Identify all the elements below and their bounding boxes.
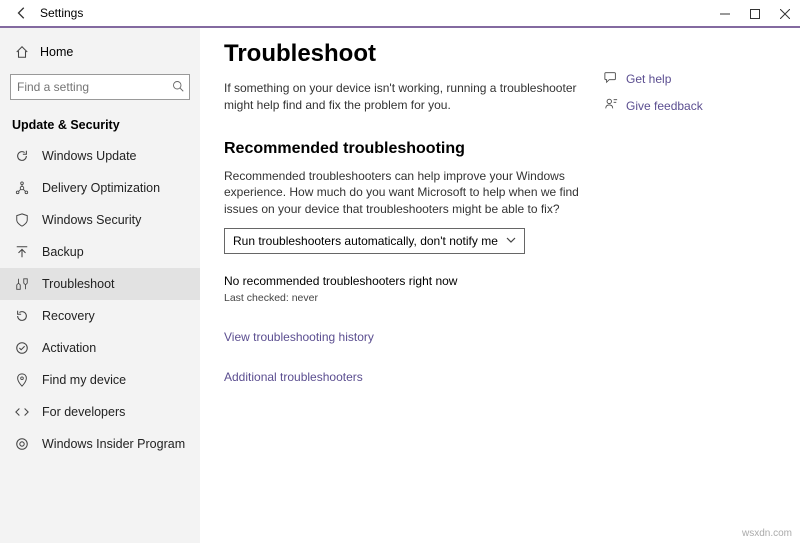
last-checked-text: Last checked: never xyxy=(224,292,604,304)
watermark: wsxdn.com xyxy=(742,528,792,539)
window-title: Settings xyxy=(40,6,83,20)
close-icon xyxy=(780,9,790,19)
give-feedback-link[interactable]: Give feedback xyxy=(604,97,754,114)
troubleshoot-icon xyxy=(14,276,30,292)
close-button[interactable] xyxy=(770,0,800,28)
shield-icon xyxy=(14,212,30,228)
sidebar-item-troubleshoot[interactable]: Troubleshoot xyxy=(0,268,200,300)
sidebar-item-insider-program[interactable]: Windows Insider Program xyxy=(0,428,200,460)
sidebar-item-recovery[interactable]: Recovery xyxy=(0,300,200,332)
refresh-icon xyxy=(14,148,30,164)
recommended-heading: Recommended troubleshooting xyxy=(224,140,604,158)
nav-label: Delivery Optimization xyxy=(42,181,160,195)
search-box[interactable] xyxy=(10,74,190,100)
intro-text: If something on your device isn't workin… xyxy=(224,80,604,114)
nav-label: Recovery xyxy=(42,309,95,323)
give-feedback-label: Give feedback xyxy=(626,99,703,113)
minimize-icon xyxy=(720,9,730,19)
sidebar-item-activation[interactable]: Activation xyxy=(0,332,200,364)
search-icon xyxy=(172,80,184,95)
status-text: No recommended troubleshooters right now xyxy=(224,274,604,288)
sidebar-item-windows-security[interactable]: Windows Security xyxy=(0,204,200,236)
nav-label: Backup xyxy=(42,245,84,259)
home-label: Home xyxy=(40,45,73,59)
home-icon xyxy=(14,44,30,60)
nav-label: Find my device xyxy=(42,373,126,387)
insider-icon xyxy=(14,436,30,452)
page-title: Troubleshoot xyxy=(224,40,604,68)
sidebar-item-find-my-device[interactable]: Find my device xyxy=(0,364,200,396)
get-help-label: Get help xyxy=(626,72,671,86)
sidebar-item-for-developers[interactable]: For developers xyxy=(0,396,200,428)
recovery-icon xyxy=(14,308,30,324)
recommended-desc: Recommended troubleshooters can help imp… xyxy=(224,168,604,218)
developers-icon xyxy=(14,404,30,420)
sidebar-item-delivery-optimization[interactable]: Delivery Optimization xyxy=(0,172,200,204)
history-link[interactable]: View troubleshooting history xyxy=(224,330,604,344)
nav-label: For developers xyxy=(42,405,125,419)
nav-label: Activation xyxy=(42,341,96,355)
additional-link[interactable]: Additional troubleshooters xyxy=(224,370,604,384)
search-input[interactable] xyxy=(17,80,172,94)
nav-label: Windows Security xyxy=(42,213,141,227)
sidebar: Home Update & Security Windows Update De… xyxy=(0,28,200,543)
maximize-icon xyxy=(750,9,760,19)
section-title: Update & Security xyxy=(0,112,200,140)
get-help-link[interactable]: Get help xyxy=(604,70,754,87)
help-icon xyxy=(604,70,618,87)
delivery-icon xyxy=(14,180,30,196)
nav-label: Windows Insider Program xyxy=(42,437,185,451)
arrow-left-icon xyxy=(15,6,29,20)
nav-label: Troubleshoot xyxy=(42,277,115,291)
back-button[interactable] xyxy=(10,1,34,25)
troubleshoot-dropdown[interactable]: Run troubleshooters automatically, don't… xyxy=(224,228,525,254)
dropdown-value: Run troubleshooters automatically, don't… xyxy=(233,234,498,248)
nav-label: Windows Update xyxy=(42,149,137,163)
home-nav[interactable]: Home xyxy=(0,38,200,66)
sidebar-item-windows-update[interactable]: Windows Update xyxy=(0,140,200,172)
chevron-down-icon xyxy=(506,234,516,248)
minimize-button[interactable] xyxy=(710,0,740,28)
location-icon xyxy=(14,372,30,388)
activation-icon xyxy=(14,340,30,356)
feedback-icon xyxy=(604,97,618,114)
sidebar-item-backup[interactable]: Backup xyxy=(0,236,200,268)
backup-icon xyxy=(14,244,30,260)
maximize-button[interactable] xyxy=(740,0,770,28)
